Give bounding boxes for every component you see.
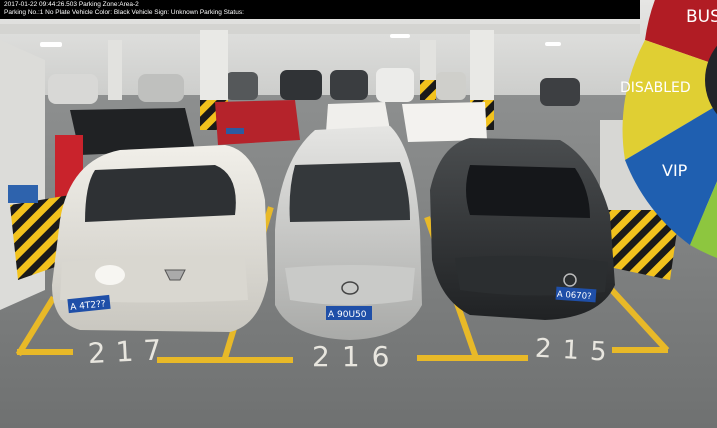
overlay-line-parking-status: Parking No.:1 No Plate Vehicle Color: Bl… <box>4 9 244 16</box>
license-plate-text: A 90U50 <box>328 310 367 320</box>
pillar <box>108 40 122 100</box>
wheel-label-vip: VIP <box>662 161 688 180</box>
ceiling-light <box>390 34 410 38</box>
ceiling-light <box>545 42 561 46</box>
ceiling-beam <box>0 24 640 34</box>
overlay-line-timestamp-zone: 2017-01-22 09:44:26.503 Parking Zone:Are… <box>4 1 139 8</box>
ceiling-light <box>40 42 62 47</box>
slot-number-216: 216 <box>312 340 401 373</box>
parking-camera-view: 217 216 215 A 4T2?? A 90U50 A 0670? BUS … <box>0 0 717 428</box>
pillar-hazard-wrap <box>420 80 436 100</box>
camera-info-overlay: 2017-01-22 09:44:26.503 Parking Zone:Are… <box>0 0 640 19</box>
slot-number-215: 215 <box>534 334 618 368</box>
direction-sign <box>8 185 38 203</box>
slot-number-217: 217 <box>87 333 172 370</box>
wheel-label-bus: BUS <box>686 7 717 27</box>
wheel-label-disabled: DISABLED <box>620 80 691 96</box>
